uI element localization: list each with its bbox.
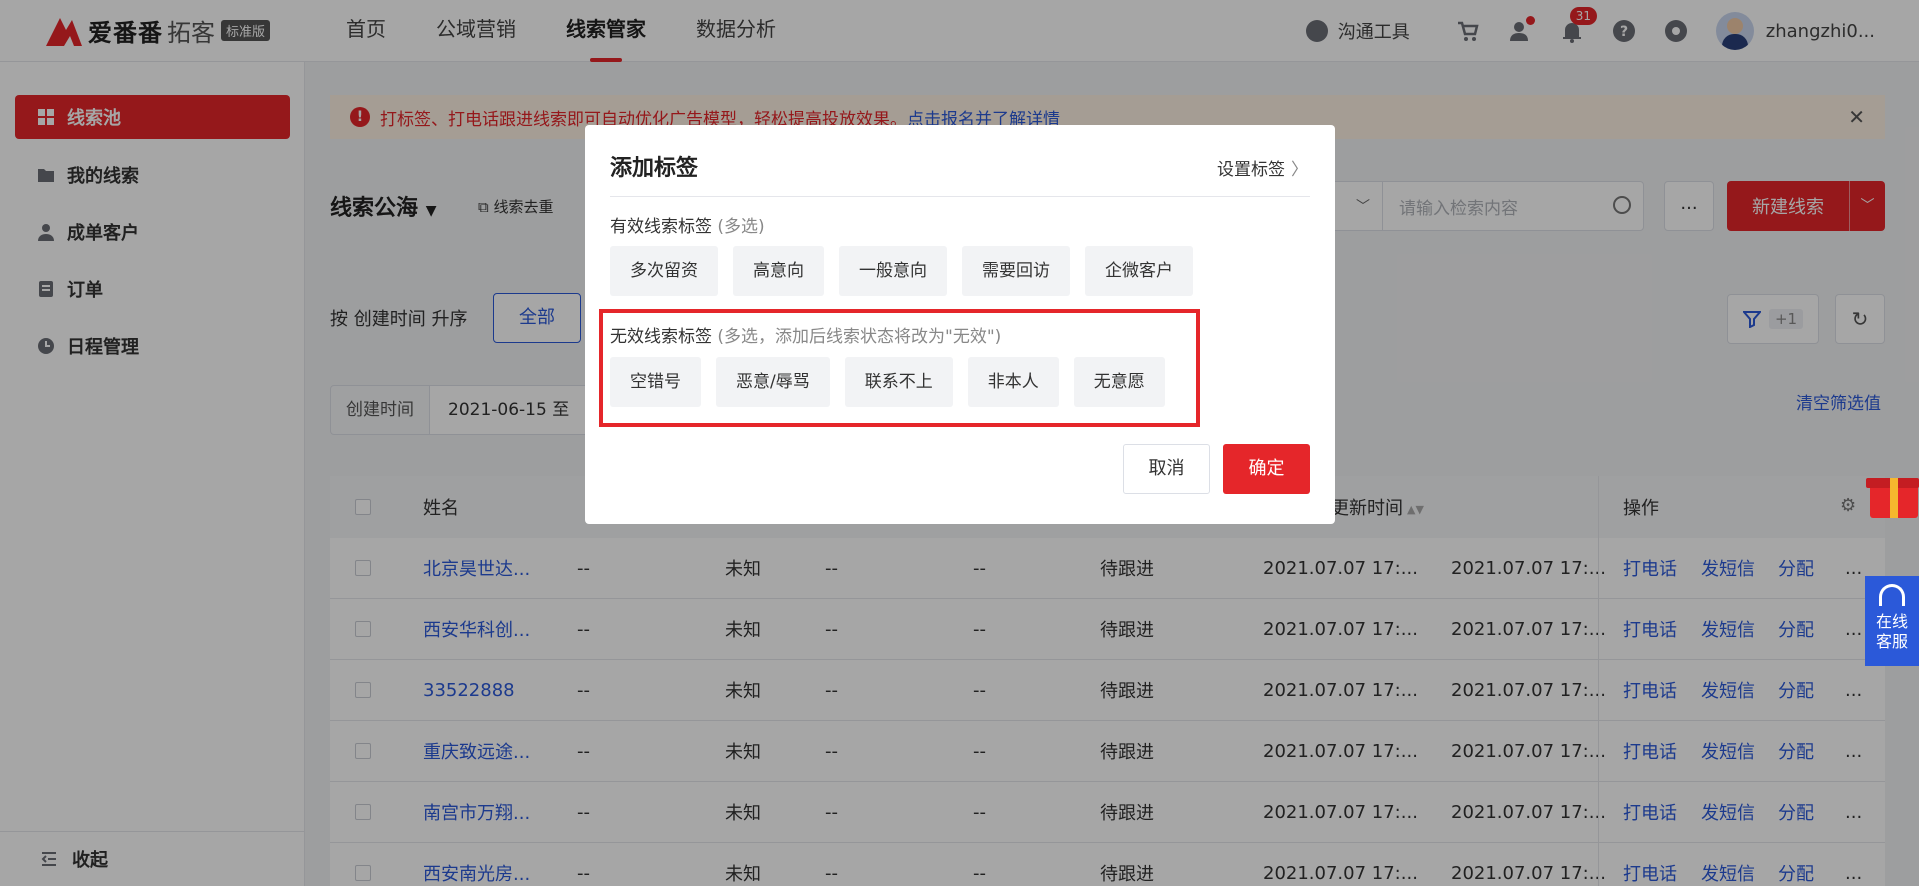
headset-icon — [1879, 584, 1905, 606]
cs-line2: 客服 — [1875, 632, 1908, 651]
tag-option[interactable]: 一般意向 — [839, 246, 947, 296]
tag-option[interactable]: 空错号 — [610, 357, 701, 407]
invalid-tags-group: 空错号 恶意/辱骂 联系不上 非本人 无意愿 — [610, 357, 1180, 407]
tag-option[interactable]: 需要回访 — [962, 246, 1070, 296]
tag-option[interactable]: 高意向 — [733, 246, 824, 296]
tag-option[interactable]: 企微客户 — [1085, 246, 1193, 296]
dialog-title: 添加标签 — [610, 156, 699, 181]
tag-option[interactable]: 非本人 — [967, 357, 1059, 407]
cancel-button[interactable]: 取消 — [1123, 444, 1210, 494]
invalid-tags-label: 无效线索标签 — [610, 327, 712, 347]
valid-tags-label: 有效线索标签 — [610, 217, 712, 237]
tag-option[interactable]: 无意愿 — [1073, 357, 1165, 407]
valid-tags-hint: (多选) — [717, 217, 765, 237]
invalid-tags-hint: (多选，添加后线索状态将改为"无效") — [717, 327, 1002, 347]
dialog-divider — [610, 196, 1310, 197]
online-service-button[interactable]: 在线 客服 — [1865, 576, 1919, 666]
tag-settings-label: 设置标签 — [1217, 160, 1285, 180]
cs-line1: 在线 — [1875, 612, 1908, 631]
chevron-right-icon: 〉 — [1291, 160, 1308, 180]
invalid-tags-title: 无效线索标签 (多选，添加后线索状态将改为"无效") — [610, 322, 1001, 347]
gift-ribbon — [1890, 478, 1898, 518]
add-tag-dialog: 添加标签 设置标签〉 有效线索标签 (多选) 多次留资 高意向 一般意向 需要回… — [585, 125, 1335, 524]
gift-icon[interactable] — [1866, 468, 1919, 518]
tag-settings-link[interactable]: 设置标签〉 — [1217, 155, 1308, 180]
tag-option[interactable]: 恶意/辱骂 — [716, 357, 830, 407]
valid-tags-title: 有效线索标签 (多选) — [610, 212, 765, 237]
tag-option[interactable]: 联系不上 — [844, 357, 953, 407]
confirm-button[interactable]: 确定 — [1223, 444, 1310, 494]
tag-option[interactable]: 多次留资 — [610, 246, 718, 296]
valid-tags-group: 多次留资 高意向 一般意向 需要回访 企微客户 — [610, 246, 1208, 296]
